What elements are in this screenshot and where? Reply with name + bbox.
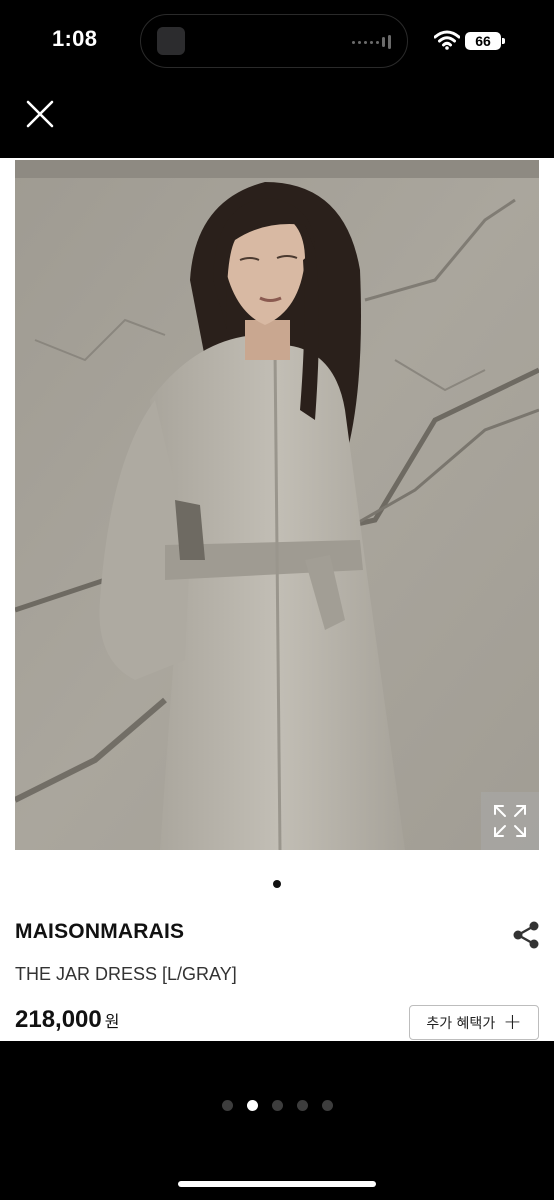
currency-unit: 원 <box>104 1014 120 1031</box>
pager-dot[interactable] <box>222 1100 233 1111</box>
image-page-indicator <box>273 880 281 888</box>
expand-icon <box>494 805 526 837</box>
status-time: 1:08 <box>52 26 98 51</box>
wifi-icon <box>434 30 460 50</box>
product-photo[interactable] <box>15 160 539 850</box>
plus-icon: + <box>503 1009 522 1035</box>
home-indicator[interactable] <box>178 1181 376 1187</box>
brand-name[interactable]: MAISONMARAIS <box>15 920 184 944</box>
share-icon[interactable] <box>511 920 541 950</box>
pager-dot[interactable] <box>297 1100 308 1111</box>
dynamic-island <box>140 14 408 68</box>
pager-dot-active[interactable] <box>247 1100 258 1111</box>
extra-benefit-label: 추가 혜택가 <box>426 1015 496 1032</box>
price: 218,000 <box>15 1006 102 1033</box>
extra-benefit-button[interactable]: 추가 혜택가 + <box>409 1005 539 1040</box>
battery-tip <box>502 38 505 44</box>
model-photo-image <box>15 160 539 850</box>
pager-dot[interactable] <box>322 1100 333 1111</box>
product-name: THE JAR DRESS [L/GRAY] <box>15 964 237 984</box>
app-icon <box>157 27 185 55</box>
pager-dot[interactable] <box>272 1100 283 1111</box>
audio-wave-icon <box>352 35 391 49</box>
gallery-pager <box>222 1100 333 1111</box>
battery-indicator: 66 <box>465 32 501 50</box>
close-icon[interactable] <box>24 98 56 130</box>
price-row: 218,000 원 <box>15 1006 120 1034</box>
expand-image-button[interactable] <box>481 792 539 850</box>
